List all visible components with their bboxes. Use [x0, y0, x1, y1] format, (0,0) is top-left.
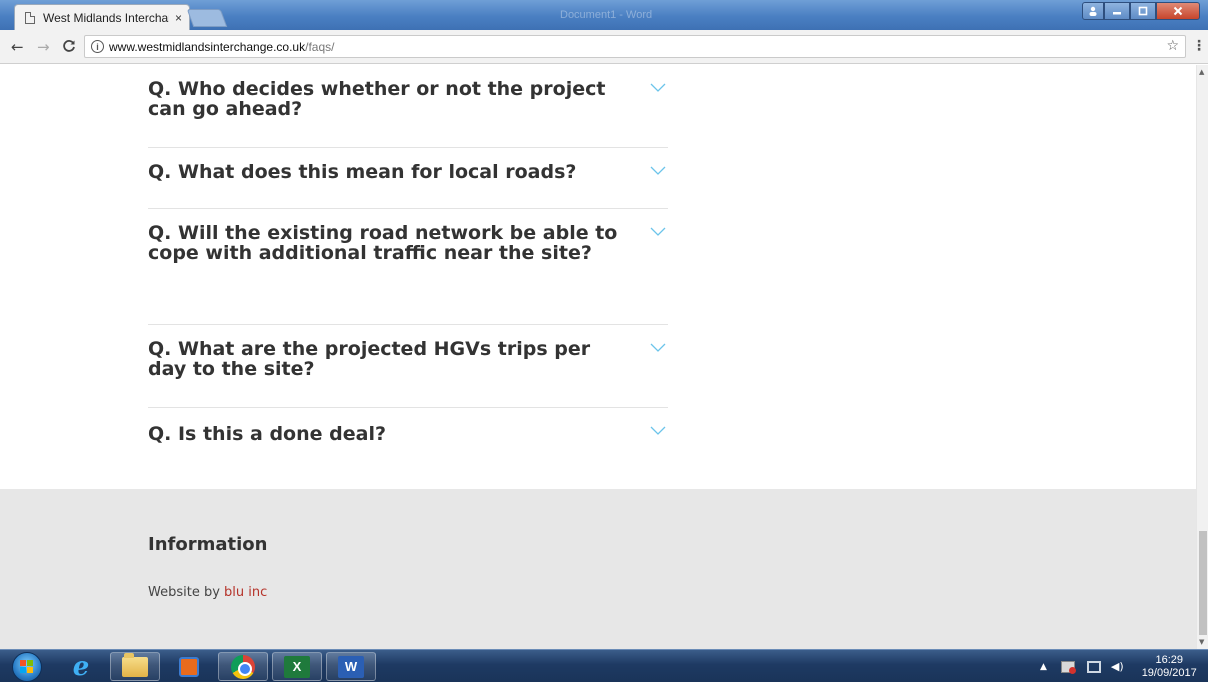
- media-player-icon[interactable]: [164, 652, 214, 681]
- chevron-down-icon[interactable]: [650, 83, 666, 93]
- footer-credit-link[interactable]: blu inc: [224, 585, 267, 600]
- star-icon[interactable]: ☆: [1166, 38, 1179, 54]
- faq-question[interactable]: Q. What does this mean for local roads?: [148, 162, 628, 182]
- clock-date: 19/09/2017: [1141, 666, 1197, 679]
- taskbar: e X W ▲ ◀) 16:29 19/09/2017: [0, 649, 1208, 682]
- faq-item[interactable]: Q. Is this a done deal?: [148, 408, 668, 468]
- faq-item[interactable]: Q. What are the projected HGVs trips per…: [148, 325, 668, 408]
- clock[interactable]: 16:29 19/09/2017: [1142, 654, 1197, 680]
- faq-list: Q. Who decides whether or not the projec…: [148, 65, 668, 468]
- faq-question[interactable]: Q. What are the projected HGVs trips per…: [148, 339, 628, 379]
- faq-item[interactable]: Q. Who decides whether or not the projec…: [148, 65, 668, 148]
- faq-question[interactable]: Q. Will the existing road network be abl…: [148, 223, 628, 263]
- scrollbar-thumb[interactable]: [1199, 531, 1207, 635]
- maximize-button[interactable]: [1130, 2, 1156, 20]
- minimize-button[interactable]: [1104, 2, 1130, 20]
- menu-icon[interactable]: ⋮: [1192, 38, 1206, 54]
- tab-close-button[interactable]: ×: [175, 11, 182, 25]
- faq-question[interactable]: Q. Who decides whether or not the projec…: [148, 79, 628, 119]
- url-host: www.westmidlandsinterchange.co.uk: [109, 39, 306, 54]
- address-bar[interactable]: i www.westmidlandsinterchange.co.uk /faq…: [84, 35, 1186, 58]
- back-icon[interactable]: ←: [11, 38, 24, 56]
- footer-credit-prefix: Website by: [148, 585, 225, 600]
- browser-toolbar: ← → i www.westmidlandsinterchange.co.uk …: [0, 30, 1208, 64]
- window-controls: [1082, 2, 1200, 20]
- faq-item[interactable]: Q. Will the existing road network be abl…: [148, 209, 668, 325]
- excel-icon[interactable]: X: [272, 652, 322, 681]
- show-hidden-icons-icon[interactable]: ▲: [1040, 662, 1047, 672]
- clock-time: 16:29: [1155, 653, 1183, 666]
- footer-credit: Website by blu inc: [148, 585, 267, 600]
- tab-title: West Midlands Interchange: [43, 10, 169, 25]
- network-icon[interactable]: [1086, 660, 1101, 673]
- system-tray: ▲ ◀) 16:29 19/09/2017: [1040, 650, 1197, 683]
- folder-icon[interactable]: [110, 652, 160, 681]
- page-viewport: Q. Who decides whether or not the projec…: [0, 65, 1196, 649]
- scroll-up-icon[interactable]: ▲: [1199, 68, 1204, 76]
- site-footer: Information Website by blu inc: [0, 489, 1196, 649]
- close-window-button[interactable]: [1156, 2, 1200, 20]
- ie-icon[interactable]: e: [56, 652, 106, 682]
- volume-icon[interactable]: ◀): [1111, 660, 1124, 673]
- page-icon: [25, 11, 35, 24]
- window-title: Document1 - Word: [560, 9, 653, 21]
- reload-icon[interactable]: [62, 39, 76, 57]
- browser-tab[interactable]: West Midlands Interchange ×: [14, 4, 190, 30]
- chevron-down-icon[interactable]: [650, 426, 666, 436]
- forward-icon[interactable]: →: [37, 38, 50, 56]
- faq-question[interactable]: Q. Is this a done deal?: [148, 424, 628, 444]
- chevron-down-icon[interactable]: [650, 343, 666, 353]
- word-icon[interactable]: W: [326, 652, 376, 681]
- scroll-down-icon[interactable]: ▼: [1199, 638, 1204, 646]
- start-icon[interactable]: [12, 652, 42, 682]
- footer-heading: Information: [148, 534, 268, 555]
- browser-titlebar: West Midlands Interchange × Document1 - …: [0, 0, 1208, 30]
- new-tab-button[interactable]: [186, 9, 228, 27]
- faq-item[interactable]: Q. What does this mean for local roads?: [148, 148, 668, 209]
- action-center-icon[interactable]: [1060, 660, 1076, 674]
- info-icon[interactable]: i: [91, 40, 104, 53]
- url-path: /faqs/: [305, 39, 335, 54]
- chrome-icon[interactable]: [218, 652, 268, 681]
- user-button[interactable]: [1082, 2, 1104, 20]
- page-scrollbar[interactable]: ▲ ▼: [1196, 65, 1208, 649]
- chevron-down-icon[interactable]: [650, 166, 666, 176]
- chevron-down-icon[interactable]: [650, 227, 666, 237]
